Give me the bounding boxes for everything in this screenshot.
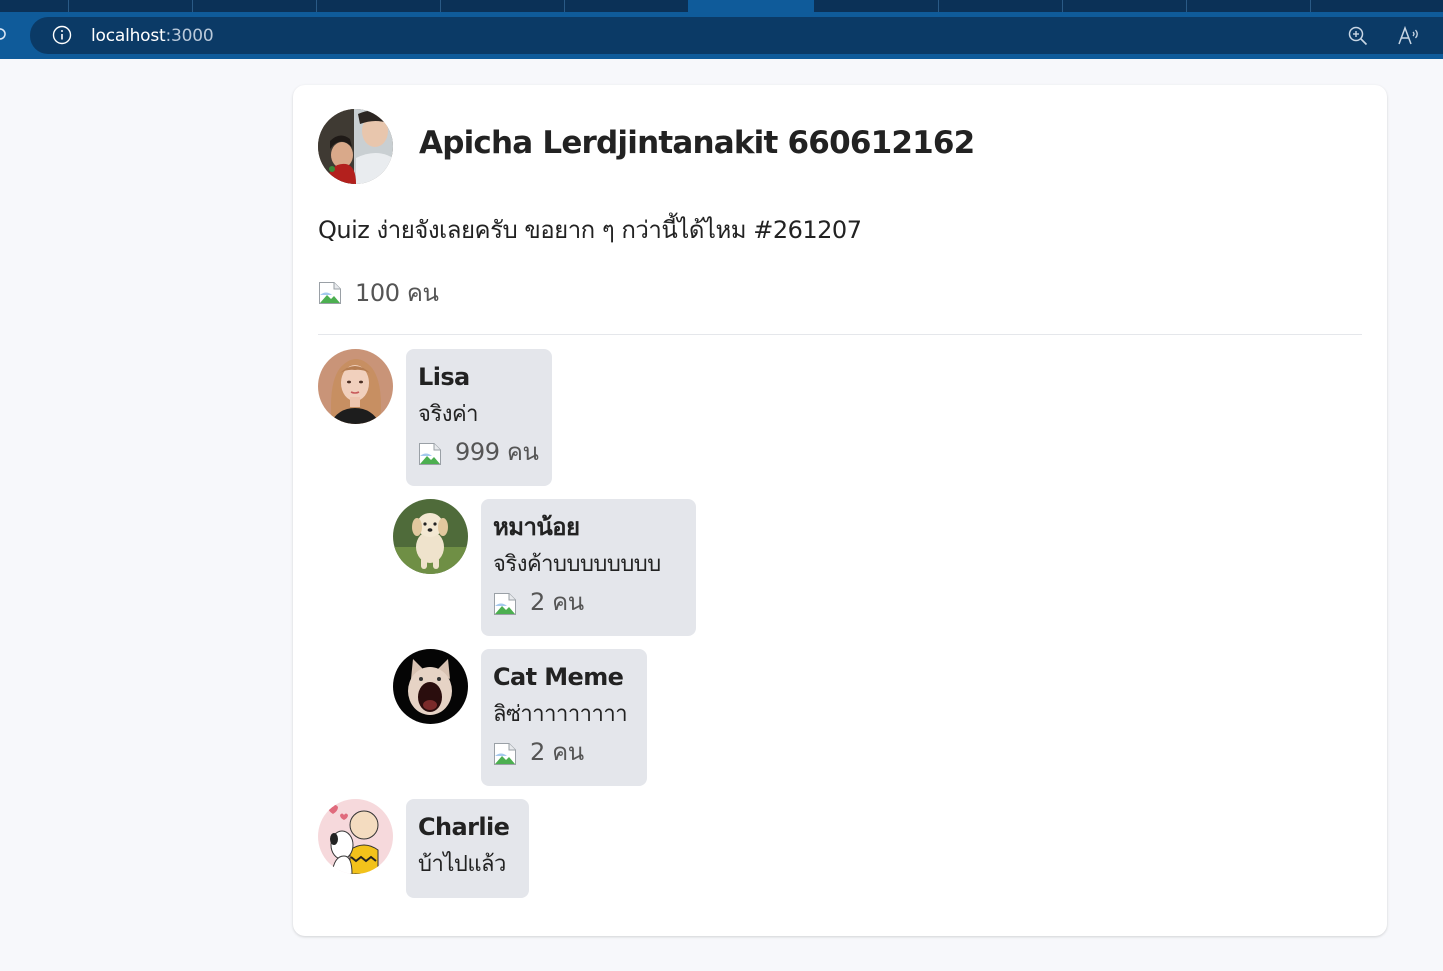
comment-author[interactable]: Charlie [418, 809, 517, 846]
info-icon[interactable] [52, 25, 72, 45]
reply-like-count: 2 คน [530, 588, 584, 616]
read-aloud-icon[interactable] [1397, 25, 1421, 47]
browser-tab[interactable] [564, 0, 688, 12]
url-host: localhost [91, 26, 166, 46]
browser-toolbar: localhost:3000 [0, 12, 1443, 59]
post-like-count: 100 คน [355, 279, 439, 307]
comment-text: จริงค่า [418, 402, 479, 427]
comment-bubble: Lisa จริงค่า 999 คน [406, 349, 552, 486]
post-text: Quiz ง่ายจังเลยครับ ขอยาก ๆ กว่านี้ได้ไห… [318, 216, 862, 244]
browser-tab[interactable] [440, 0, 565, 12]
comments-divider [318, 334, 1362, 335]
reply-bubble: หมาน้อย จริงค้าบบบบบบบบ 2 คน [481, 499, 696, 636]
post-card: Apicha Lerdjintanakit 660612162 Quiz ง่า… [293, 85, 1387, 936]
browser-tab[interactable] [814, 0, 939, 12]
comment-author[interactable]: Lisa [418, 359, 540, 396]
reply-avatar-cat[interactable] [393, 649, 468, 724]
like-icon[interactable] [318, 281, 342, 305]
browser-tab[interactable] [938, 0, 1063, 12]
reload-icon[interactable] [0, 26, 8, 42]
reply-author[interactable]: Cat Meme [493, 659, 635, 696]
like-icon[interactable] [493, 740, 517, 765]
reply-like-count: 2 คน [530, 738, 584, 766]
comment-likes[interactable]: 999 คน [418, 434, 540, 470]
reply-likes[interactable]: 2 คน [493, 584, 684, 620]
reply-likes[interactable]: 2 คน [493, 734, 635, 770]
url-text[interactable]: localhost:3000 [91, 26, 214, 46]
reply-avatar-puppy[interactable] [393, 499, 468, 574]
comment-text: บ้าไปแล้ว [418, 852, 506, 877]
browser-tab[interactable] [1062, 0, 1187, 12]
address-bar[interactable]: localhost:3000 [30, 17, 1443, 54]
browser-tab[interactable] [192, 0, 317, 12]
post-likes[interactable]: 100 คน [318, 273, 439, 312]
comment-avatar-charlie[interactable] [318, 799, 393, 874]
reply-text: ลิซ่าาาาาาาาา [493, 702, 628, 727]
url-port: :3000 [165, 26, 214, 46]
post-author-name[interactable]: Apicha Lerdjintanakit 660612162 [419, 125, 975, 161]
browser-tab[interactable] [1186, 0, 1311, 12]
like-icon[interactable] [493, 590, 517, 615]
browser-tab[interactable] [68, 0, 193, 12]
comment-bubble: Charlie บ้าไปแล้ว [406, 799, 529, 898]
reply-bubble: Cat Meme ลิซ่าาาาาาาาา 2 คน [481, 649, 647, 786]
comment-like-count: 999 คน [455, 438, 539, 466]
browser-tab-active[interactable] [688, 0, 814, 12]
post-author-avatar[interactable] [318, 109, 393, 184]
like-icon[interactable] [418, 440, 442, 465]
browser-tab[interactable] [0, 0, 69, 12]
browser-tab[interactable] [316, 0, 441, 12]
reply-author[interactable]: หมาน้อย [493, 509, 684, 546]
browser-tab-strip [0, 0, 1443, 12]
comment-avatar-lisa[interactable] [318, 349, 393, 424]
reply-text: จริงค้าบบบบบบบบ [493, 552, 661, 577]
browser-tab[interactable] [1310, 0, 1443, 12]
zoom-icon[interactable] [1347, 25, 1369, 47]
